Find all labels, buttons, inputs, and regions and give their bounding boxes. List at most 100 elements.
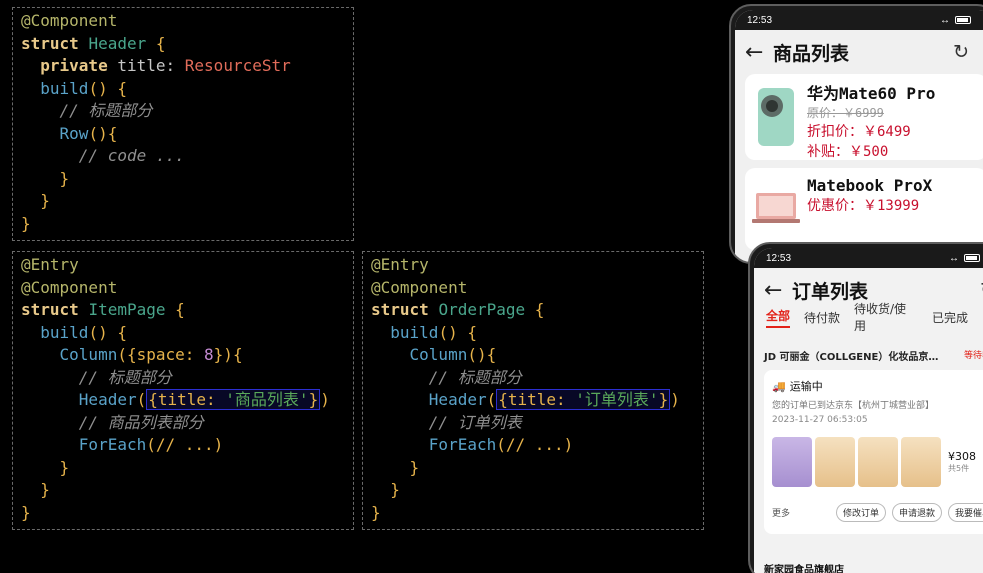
brace: } [371,502,381,522]
order-tabs: 全部 待付款 待收货/使用 已完成 已 [754,302,983,333]
annotation: @Entry [21,255,79,274]
goods-image [815,437,855,487]
order-total: ¥308 共5件 [948,450,976,474]
battery-icon [964,254,980,262]
brace: (){ [467,345,497,364]
function-name: build [390,322,439,342]
order-actions: 更多 修改订单 申请退款 我要催单 [772,503,983,522]
string-literal: '订单列表' [575,390,659,409]
nav-bar: ← 商品列表 ↻ [735,38,983,66]
type-name: ResourceStr [184,56,291,75]
more-link[interactable]: 更多 [772,506,790,519]
product-card[interactable]: 华为Mate60 Pro 原价：￥6999 折扣价：￥6499 补贴：￥500 [745,74,983,160]
order-card[interactable]: 🚚 运输中 › 您的订单已到达京东【杭州丁城营业部】 2023-11-27 06… [764,370,983,534]
string-literal: '商品列表' [225,390,309,409]
item-page-code: @Entry @Component struct ItemPage { buil… [12,251,354,530]
phone-screen: 12:53 ↔ ← 订单列表 ↻ 全部 待付款 待收货/使用 已完成 已 JD … [754,248,983,573]
function-name: Row [59,123,89,143]
original-price: 原价：￥6999 [807,106,884,120]
tab-all[interactable]: 全部 [766,307,790,328]
highlighted-param: {title: '订单列表'} [496,389,671,410]
discount-price: 折扣价：￥6499 [807,124,911,140]
product-name: 华为Mate60 Pro [807,84,936,103]
product-image-phone [745,74,807,160]
paren: ) [670,390,680,409]
phone-screen: 12:53 ↔ ← 商品列表 ↻ 华为Mate60 Pro 原价：￥6999 折… [735,10,983,262]
function-name: ForEach [78,435,147,454]
annotation: @Component [371,277,468,297]
refund-button[interactable]: 申请退款 [892,503,942,522]
brace: } [21,213,31,233]
brace: } [658,390,669,409]
tab-completed[interactable]: 已完成 [932,309,968,326]
status-bar: 12:53 ↔ [754,248,983,268]
brace: { [146,33,166,53]
order-state-label: 等待收货 [963,351,983,361]
product-card[interactable]: Matebook ProX 优惠价：￥13999 [745,168,983,250]
delivery-status[interactable]: 🚚 运输中 › [772,378,983,394]
goods-image [772,437,812,487]
brace: } [40,480,50,499]
annotation: @Entry [371,255,429,274]
code-text: ({space: [117,345,205,364]
comment: // 订单列表 [428,412,522,432]
phone-product-list: 12:53 ↔ ← 商品列表 ↻ 华为Mate60 Pro 原价：￥6999 折… [729,4,983,264]
function-name: Column [409,345,468,364]
brace: { [525,300,545,319]
status-bar: 12:53 ↔ [735,10,983,30]
discount-price: 优惠价：￥13999 [807,198,920,214]
code-text: {title: [148,390,226,409]
keyword: struct [371,300,429,319]
battery-icon [955,16,971,24]
back-arrow-icon[interactable]: ← [745,40,773,65]
data-transfer-icon: ↔ [940,14,950,26]
keyword: struct [21,300,79,319]
brace: () { [88,322,127,342]
status-icons: ↔ [940,15,971,26]
phone-thumbnail-icon [758,88,794,146]
brace: (){ [88,123,118,143]
modify-order-button[interactable]: 修改订单 [836,503,886,522]
paren: ) [320,390,330,409]
function-name: Header [428,390,487,409]
product-name: Matebook ProX [807,176,933,195]
brace: } [40,191,50,210]
page-title: 商品列表 [773,42,850,65]
total-count: 共5件 [948,464,970,473]
comment: // 标题部分 [78,367,172,387]
paren: ( [136,390,147,409]
annotation: @Component [21,277,118,297]
phone-order-list: 12:53 ↔ ← 订单列表 ↻ 全部 待付款 待收货/使用 已完成 已 JD … [748,242,983,573]
code-text: {title: [498,390,576,409]
status-time: 2023-11-27 06:53:05 [772,415,868,425]
struct-name: OrderPage [438,300,526,319]
property: title: [117,56,176,75]
subsidy: 补贴：￥500 [807,144,889,160]
struct-name: Header [88,33,147,53]
brace: () { [88,78,127,98]
function-name: Header [78,390,137,409]
urge-order-button[interactable]: 我要催单 [948,503,983,522]
status-description: 您的订单已到达京东【杭州丁城营业部】 [772,401,935,411]
refresh-icon[interactable]: ↻ [953,41,969,63]
code-text: }){ [213,345,243,364]
total-price: ¥308 [948,450,976,463]
function-name: build [40,78,89,98]
comment: // 标题部分 [428,367,522,387]
next-shop-name[interactable]: 新家园食品旗舰店 [764,561,844,573]
brace: } [21,502,31,522]
function-name: ForEach [428,435,497,454]
goods-image [901,437,941,487]
shop-header[interactable]: JD 可丽金（COLLGENE）化妆品京… 等待收货 [764,348,983,363]
header-struct-code: @Component struct Header { private title… [12,7,354,241]
brace: } [59,457,70,477]
brace: } [409,457,420,477]
tab-pending-receipt[interactable]: 待收货/使用 [854,300,918,334]
truck-icon: 🚚 [772,379,786,393]
back-arrow-icon[interactable]: ← [764,278,792,303]
tab-pending-payment[interactable]: 待付款 [804,309,840,326]
code-text: (// ...) [496,435,574,454]
function-name: build [40,322,89,342]
comment: // 标题部分 [59,101,153,120]
goods-thumbnails[interactable]: ¥308 共5件 [772,437,983,487]
